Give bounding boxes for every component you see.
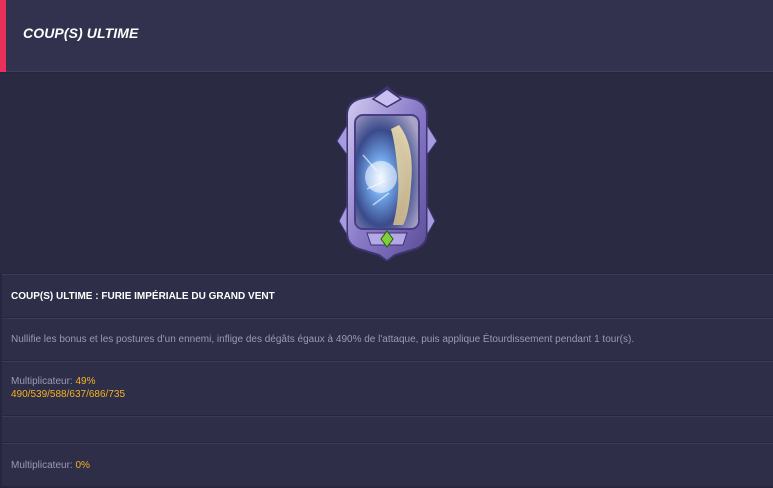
multiplier-value: 0% bbox=[75, 460, 90, 471]
empty-row bbox=[2, 416, 773, 442]
skill-card-frame-icon bbox=[336, 85, 438, 263]
multiplier-block-1: Multiplicateur: 49% 490/539/588/637/686/… bbox=[11, 375, 125, 401]
multiplier-row-2: Multiplicateur: 0% bbox=[2, 443, 773, 486]
multiplier-value: 49% bbox=[75, 376, 96, 387]
skill-description: Nullifie les bonus et les postures d'un … bbox=[11, 334, 635, 345]
skill-image-area bbox=[0, 73, 773, 273]
multiplier-label: Multiplicateur: bbox=[11, 376, 73, 387]
section-header: COUP(S) ULTIME bbox=[0, 0, 773, 72]
skill-card-image bbox=[333, 85, 441, 263]
multiplier-row-1: Multiplicateur: 49% 490/539/588/637/686/… bbox=[2, 361, 773, 415]
skill-name: COUP(S) ULTIME : FURIE IMPÉRIALE DU GRAN… bbox=[11, 291, 275, 302]
multiplier-block-2: Multiplicateur: 0% bbox=[11, 459, 90, 472]
multiplier-label: Multiplicateur: bbox=[11, 460, 73, 471]
multiplier-levels: 490/539/588/637/686/735 bbox=[11, 389, 125, 400]
skill-name-row: COUP(S) ULTIME : FURIE IMPÉRIALE DU GRAN… bbox=[2, 274, 773, 317]
header-accent-bar bbox=[0, 0, 6, 72]
skill-description-row: Nullifie les bonus et les postures d'un … bbox=[2, 318, 773, 360]
section-title: COUP(S) ULTIME bbox=[23, 25, 139, 41]
